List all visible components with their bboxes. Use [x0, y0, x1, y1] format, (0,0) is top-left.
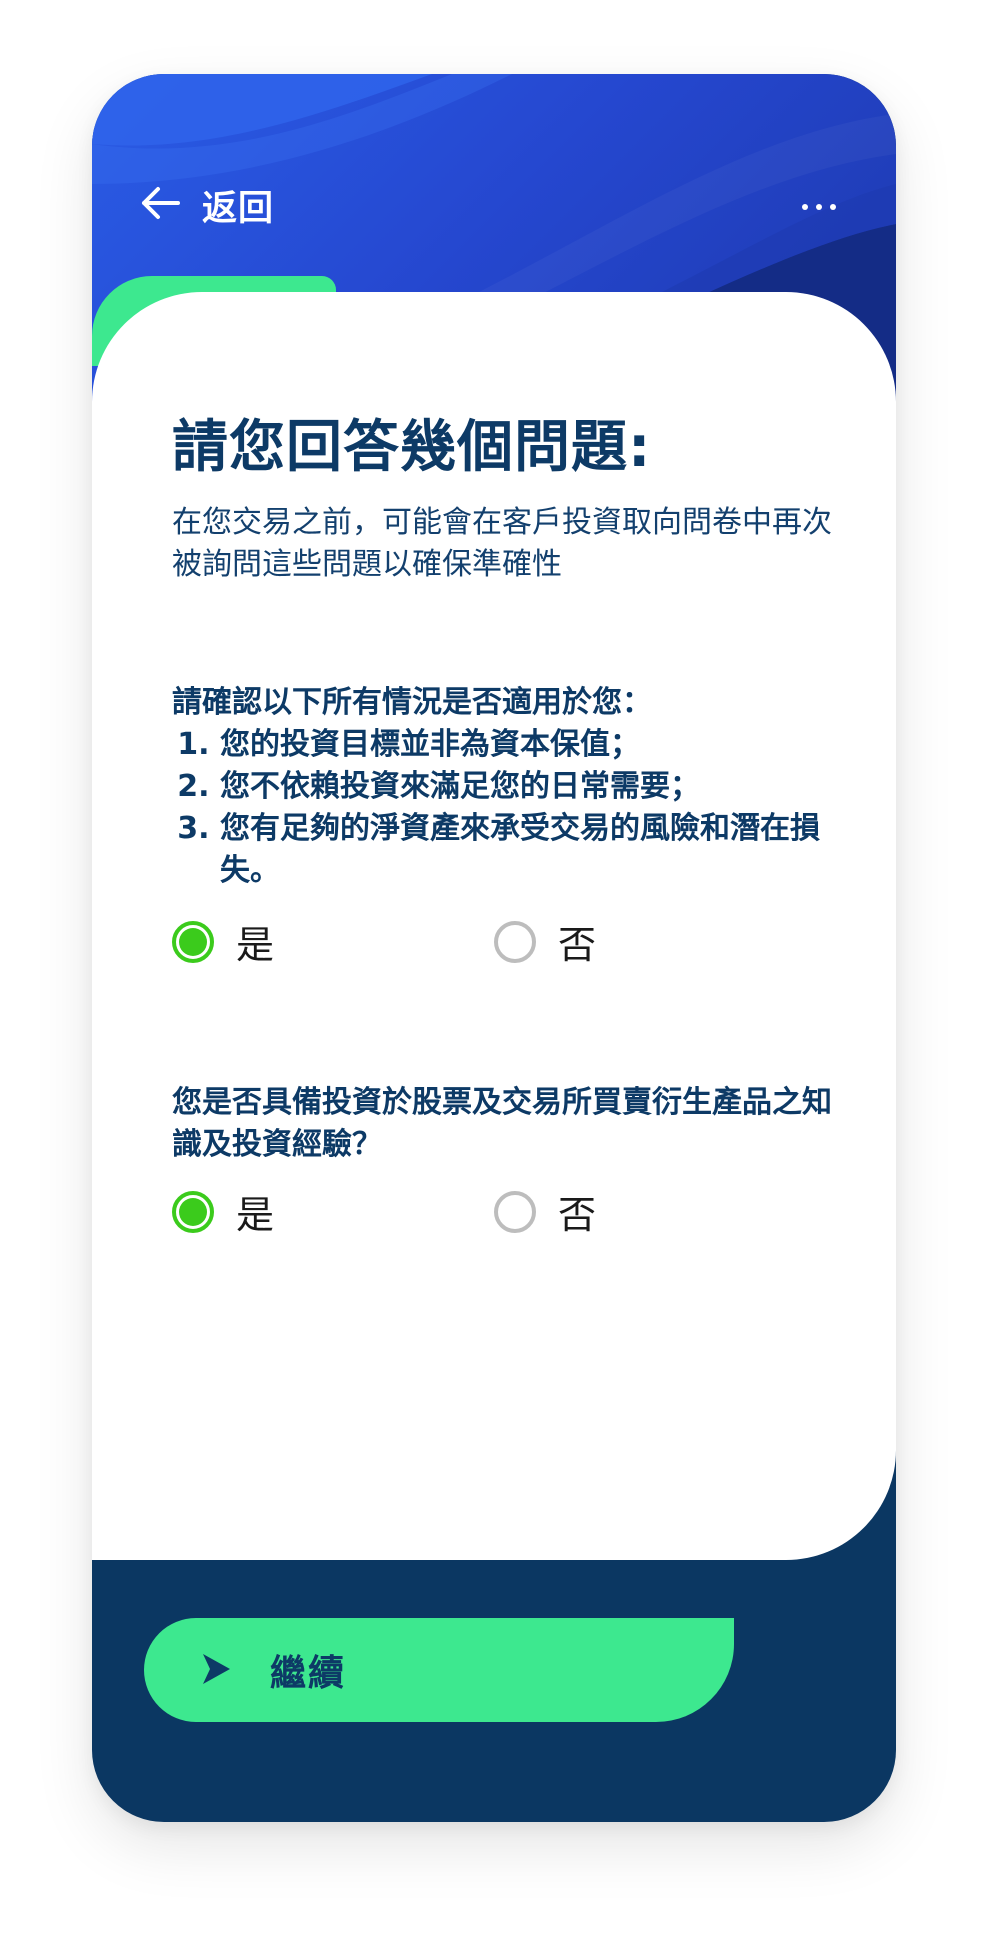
list-item: 您有足夠的淨資產來承受交易的風險和潛在損失。 [220, 808, 822, 892]
back-button[interactable]: 返回 [140, 174, 274, 236]
back-label: 返回 [202, 188, 275, 229]
question-2: 您是否具備投資於股票及交易所買賣衍生產品之知識及投資經驗？ [172, 1085, 832, 1162]
page-subtitle: 在您交易之前，可能會在客戶投資取向問卷中再次被詢問這些問題以確保準確性 [172, 505, 832, 582]
play-icon [200, 1652, 232, 1690]
list-item: 您的投資目標並非為資本保值； [220, 724, 822, 766]
radio-label: 是 [236, 1193, 275, 1237]
question-1-no-radio[interactable]: 否 [494, 914, 596, 969]
question-1-yes-radio[interactable]: 是 [172, 914, 274, 969]
question-card: 請您回答幾個問題: 在您交易之前，可能會在客戶投資取向問卷中再次被詢問這些問題以… [92, 292, 896, 1560]
radio-label: 否 [558, 1193, 597, 1237]
question-2-yes-radio[interactable]: 是 [172, 1184, 274, 1239]
radio-checked-icon [172, 920, 214, 963]
radio-unchecked-icon [494, 1190, 536, 1233]
radio-unchecked-icon [494, 920, 536, 963]
question-2-no-radio[interactable]: 否 [494, 1184, 596, 1239]
radio-label: 是 [236, 923, 275, 967]
continue-label: 繼續 [270, 1653, 347, 1694]
more-options-button[interactable] [784, 178, 854, 232]
page-title: 請您回答幾個問題: [172, 415, 652, 480]
question-2-options: 是 否 [172, 1184, 852, 1240]
question-1: 請確認以下所有情況是否適用於您： 您的投資目標並非為資本保值； 您不依賴投資來滿… [172, 682, 822, 892]
continue-button[interactable]: 繼續 [144, 1618, 734, 1722]
question-1-options: 是 否 [172, 914, 852, 970]
more-horizontal-icon [801, 196, 837, 215]
phone-frame: 返回 請您回答幾個問題: 在您交易之前，可能會在客戶投資取向問卷中再次被詢問這些… [92, 74, 896, 1822]
arrow-left-icon [140, 186, 180, 224]
question-1-list: 您的投資目標並非為資本保值； 您不依賴投資來滿足您的日常需要； 您有足夠的淨資產… [172, 724, 822, 892]
radio-checked-icon [172, 1190, 214, 1233]
list-item: 您不依賴投資來滿足您的日常需要； [220, 766, 822, 808]
radio-label: 否 [558, 923, 597, 967]
question-1-intro: 請確認以下所有情況是否適用於您： [172, 685, 652, 720]
